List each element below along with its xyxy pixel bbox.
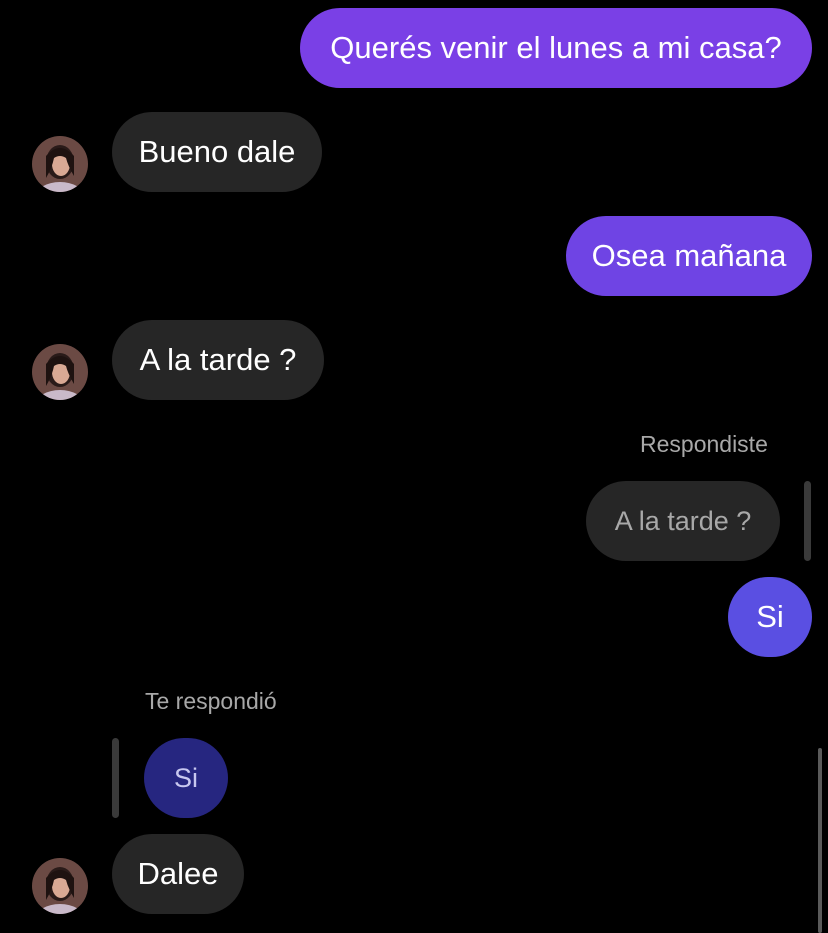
contact-avatar[interactable] [32, 136, 88, 192]
avatar-photo-icon [32, 858, 88, 914]
message-text: Osea mañana [591, 238, 787, 273]
quoted-message-text: Si [173, 762, 198, 793]
outgoing-message-bubble[interactable]: Querés venir el lunes a mi casa? [300, 8, 812, 88]
outgoing-message-bubble[interactable]: Si [728, 577, 812, 657]
incoming-message-bubble[interactable]: Bueno dale [112, 112, 322, 192]
quote-indicator-bar [112, 738, 119, 818]
contact-avatar[interactable] [32, 858, 88, 914]
message-text: Bueno dale [138, 134, 296, 169]
scrollbar-thumb[interactable] [818, 748, 822, 933]
quoted-message-bubble[interactable]: Si [144, 738, 228, 818]
message-text: Dalee [137, 856, 219, 891]
contact-avatar[interactable] [32, 344, 88, 400]
message-text: Si [756, 599, 784, 634]
quote-indicator-bar [804, 481, 811, 561]
quoted-message-text: A la tarde ? [614, 505, 752, 536]
incoming-message-bubble[interactable]: Dalee [112, 834, 244, 914]
quoted-message-bubble[interactable]: A la tarde ? [586, 481, 780, 561]
message-text: Querés venir el lunes a mi casa? [330, 30, 782, 65]
outgoing-message-bubble[interactable]: Osea mañana [566, 216, 812, 296]
incoming-message-bubble[interactable]: A la tarde ? [112, 320, 324, 400]
avatar-photo-icon [32, 136, 88, 192]
reply-label: Te respondió [145, 688, 277, 714]
reply-label: Respondiste [640, 431, 768, 457]
message-text: A la tarde ? [139, 342, 297, 377]
avatar-photo-icon [32, 344, 88, 400]
